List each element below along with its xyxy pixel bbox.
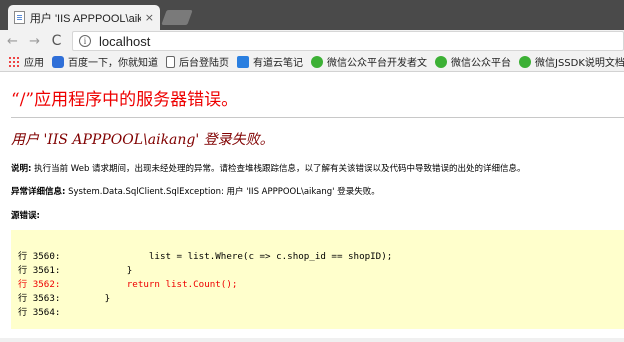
code-line: 行 3561: } <box>18 265 133 276</box>
description-text: 执行当前 Web 请求期间，出现未经处理的异常。请检查堆栈跟踪信息，以了解有关该… <box>31 164 526 174</box>
description-line: 说明: 执行当前 Web 请求期间，出现未经处理的异常。请检查堆栈跟踪信息，以了… <box>11 162 526 174</box>
address-bar[interactable]: i localhost <box>72 31 624 51</box>
exception-line: 异常详细信息: System.Data.SqlClient.SqlExcepti… <box>11 185 380 197</box>
back-icon[interactable]: ← <box>3 34 22 49</box>
bookmark-label: 有道云笔记 <box>253 58 303 69</box>
note-icon <box>237 55 249 68</box>
bookmark-label: 后台登陆页 <box>179 58 229 69</box>
doc-icon <box>166 55 175 68</box>
browser-titlebar: 用户 'IIS APPPOOL\aikang × <box>0 0 624 30</box>
source-error-line: 源错误: <box>11 209 40 221</box>
page-title: “/”应用程序中的服务器错误。 <box>11 90 239 110</box>
code-line: 行 3560: list = list.Where(c => c.shop_id… <box>18 251 393 262</box>
bookmark-label: 百度一下，你就知道 <box>68 58 158 69</box>
bookmarks-bar: 应用 百度一下，你就知道 后台登陆页 有道云笔记 微信公众平台开发者文 微信公众… <box>0 52 624 72</box>
url-text[interactable]: localhost <box>99 34 150 49</box>
exception-text: System.Data.SqlClient.SqlException: 用户 '… <box>65 187 380 197</box>
bookmark-label: 微信公众平台 <box>451 58 511 69</box>
new-tab-button[interactable] <box>161 10 193 25</box>
source-error-label: 源错误: <box>11 211 40 221</box>
bottom-strip <box>0 338 624 342</box>
divider <box>11 117 624 118</box>
bookmark-apps[interactable]: 应用 <box>8 54 44 69</box>
wechat-icon <box>311 55 323 68</box>
bookmark-label: 应用 <box>24 58 44 69</box>
error-page: “/”应用程序中的服务器错误。 用户 'IIS APPPOOL\aikang' … <box>0 73 624 342</box>
bookmark-wechat-jssdk[interactable]: 微信JSSDK说明文档 <box>519 54 624 69</box>
browser-toolbar: ← → C i localhost <box>0 30 624 52</box>
tab-title: 用户 'IIS APPPOOL\aikang <box>29 12 141 25</box>
code-line-error: 行 3562: return list.Count(); <box>18 279 238 290</box>
source-code-block: 行 3560: list = list.Where(c => c.shop_id… <box>11 230 624 329</box>
bookmark-label: 微信JSSDK说明文档 <box>535 58 624 69</box>
wechat-icon <box>519 55 531 68</box>
bookmark-admin-login[interactable]: 后台登陆页 <box>166 54 229 69</box>
code-line: 行 3563: } <box>18 293 111 304</box>
browser-tab[interactable]: 用户 'IIS APPPOOL\aikang × <box>8 5 160 30</box>
bookmark-baidu[interactable]: 百度一下，你就知道 <box>52 54 158 69</box>
description-label: 说明: <box>11 164 32 174</box>
apps-icon <box>8 55 20 68</box>
bookmark-wechat-dev[interactable]: 微信公众平台开发者文 <box>311 54 427 69</box>
code-line: 行 3564: <box>18 307 61 318</box>
wechat-icon <box>435 55 447 68</box>
paw-icon <box>52 55 64 68</box>
reload-icon[interactable]: C <box>47 33 66 49</box>
site-info-icon[interactable]: i <box>79 35 92 47</box>
error-subtitle: 用户 'IIS APPPOOL\aikang' 登录失败。 <box>11 132 274 148</box>
bookmark-wechat-mp[interactable]: 微信公众平台 <box>435 54 511 69</box>
page-favicon-icon <box>14 11 25 24</box>
close-tab-icon[interactable]: × <box>145 11 154 24</box>
bookmark-label: 微信公众平台开发者文 <box>327 58 427 69</box>
forward-icon[interactable]: → <box>25 34 44 49</box>
exception-label: 异常详细信息: <box>11 187 66 197</box>
bookmark-youdao[interactable]: 有道云笔记 <box>237 54 303 69</box>
